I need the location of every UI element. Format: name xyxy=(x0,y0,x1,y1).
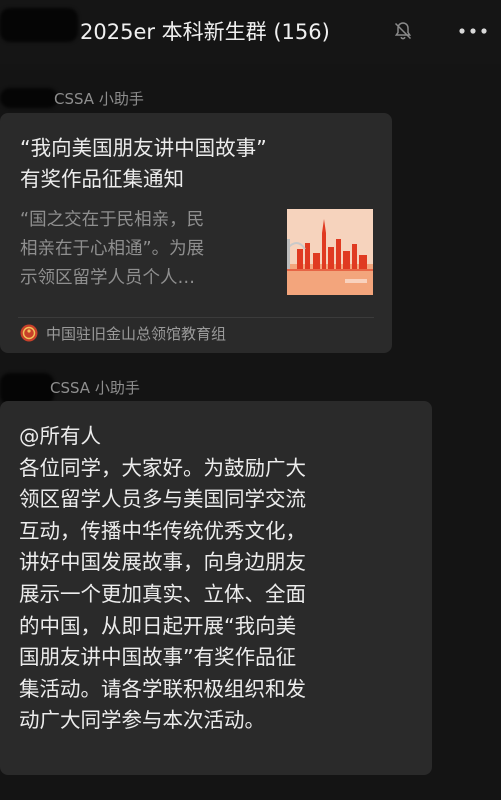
ellipsis-icon[interactable] xyxy=(458,26,488,36)
sender-name: CSSA 小助手 xyxy=(54,90,144,108)
redacted-back-area xyxy=(0,8,78,42)
card-description-line: 示领区留学人员个人… xyxy=(20,268,195,288)
article-card[interactable]: “我向美国朋友讲中国故事” 有奖作品征集通知 “国之交在于民相亲，民 相亲在于心… xyxy=(0,113,392,353)
message-line: 讲好中国发展故事，向身边朋友 xyxy=(19,550,306,575)
message-line: 集活动。请各学联积极组织和发 xyxy=(19,676,306,701)
chat-header: 2025er 本科新生群 (156) xyxy=(0,0,501,64)
message-line: 各位同学，大家好。为鼓励广大 xyxy=(19,455,306,480)
card-divider xyxy=(18,317,374,318)
card-title: “我向美国朋友讲中国故事” 有奖作品征集通知 xyxy=(20,133,375,195)
mention-all[interactable]: @所有人 xyxy=(19,421,424,453)
card-description: “国之交在于民相亲，民 相亲在于心相通”。为展 示领区留学人员个人… xyxy=(20,206,272,293)
message-text: @所有人 各位同学，大家好。为鼓励广大 领区留学人员多与美国同学交流 互动，传播… xyxy=(19,421,424,737)
message-line: 的中国，从即日起开展“我向美 xyxy=(19,613,297,638)
card-description-line: 相亲在于心相通”。为展 xyxy=(20,239,205,259)
chat-title[interactable]: 2025er 本科新生群 (156) xyxy=(80,16,330,46)
message-bubble[interactable]: @所有人 各位同学，大家好。为鼓励广大 领区留学人员多与美国同学交流 互动，传播… xyxy=(0,401,432,775)
sender-name: CSSA 小助手 xyxy=(50,379,140,397)
card-title-line: “我向美国朋友讲中国故事” xyxy=(20,136,267,160)
bell-muted-icon xyxy=(394,22,412,40)
message-line: 动广大同学参与本次活动。 xyxy=(19,708,265,733)
redacted-sender-prefix xyxy=(0,88,58,108)
message-line: 领区留学人员多与美国同学交流 xyxy=(19,487,306,512)
card-description-line: “国之交在于民相亲，民 xyxy=(20,210,205,230)
message-line: 展示一个更加真实、立体、全面 xyxy=(19,581,306,606)
card-source: 中国驻旧金山总领馆教育组 xyxy=(46,325,227,343)
embassy-emblem-icon xyxy=(20,324,38,342)
card-title-line: 有奖作品征集通知 xyxy=(20,167,184,191)
message-line: 国朋友讲中国故事”有奖作品征 xyxy=(19,645,297,670)
message-line: 互动，传播中华传统优秀文化， xyxy=(19,518,306,543)
article-thumbnail xyxy=(287,209,373,295)
